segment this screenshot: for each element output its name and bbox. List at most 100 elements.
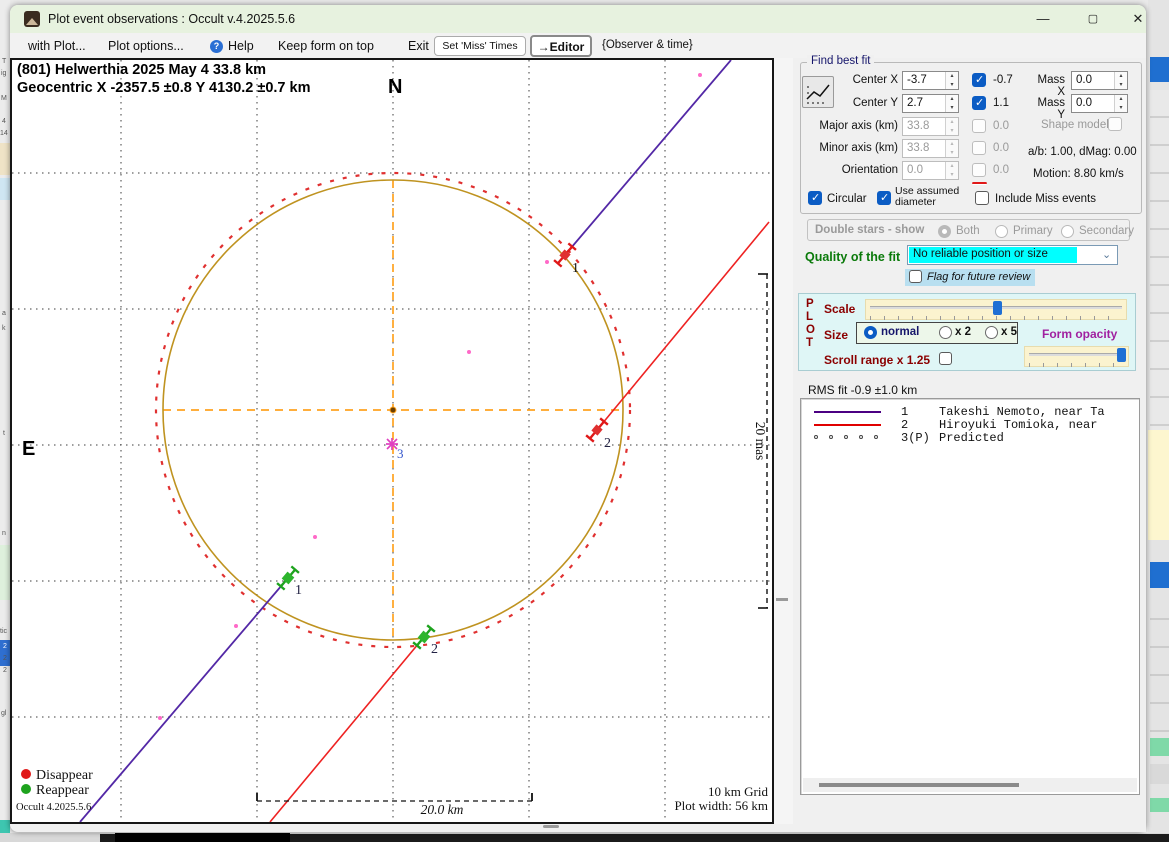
left-edge-fragment [0, 545, 10, 600]
size-normal-radio[interactable] [864, 326, 877, 339]
splitter[interactable] [774, 58, 793, 824]
flag-review-checkbox[interactable] [909, 270, 922, 283]
disappear-label: Disappear [36, 768, 93, 783]
background-window-right-edge [1148, 0, 1169, 842]
bottom-black-block [115, 833, 290, 842]
size-radio-group: normal x 2 x 5 [856, 322, 1018, 344]
motion-label: Motion: 8.80 km/s [1033, 168, 1124, 180]
mass-x-spin[interactable]: 0.0 ▴▾ [1071, 71, 1128, 90]
observation-row[interactable]: 1 Takeshi Nemoto, near Ta [801, 405, 1139, 418]
right-edge-fragment [1150, 90, 1169, 430]
chevron-down-icon[interactable]: ⌄ [1102, 248, 1111, 261]
controls-panel: Find best fit Center X -3.7 ▴▾ -0.7 Mass… [793, 58, 1146, 832]
grid-note: 10 km Grid [708, 784, 768, 799]
quality-value: No reliable position or size [913, 248, 1048, 260]
editor-button[interactable]: →Editor [530, 35, 592, 57]
dotted-swatch [829, 435, 833, 439]
background-bottom-edge [0, 833, 1169, 842]
observation-number: 1 [901, 405, 908, 418]
circular-label: Circular [827, 193, 867, 205]
left-edge-text: 4 [2, 118, 6, 125]
scroll-range-checkbox[interactable] [939, 352, 952, 365]
maximize-button[interactable]: ▢ [1072, 5, 1114, 33]
chord2-line-swatch [814, 424, 881, 426]
predicted-label: 3 [397, 446, 404, 461]
form-opacity-label: Form opacity [1042, 327, 1117, 341]
use-assumed-label: Use assumed diameter [895, 186, 967, 208]
scrollbar-thumb[interactable] [819, 783, 1019, 787]
observation-row[interactable]: 2 Hiroyuki Tomioka, near [801, 418, 1139, 431]
stray-points [158, 73, 702, 720]
size-x2-label: x 2 [955, 326, 971, 338]
left-edge-text: n [2, 530, 6, 537]
chord1-track[interactable] [80, 60, 731, 822]
right-edge-fragment [1150, 562, 1169, 588]
scale-label: Scale [824, 302, 855, 316]
set-miss-times-button[interactable]: Set 'Miss' Times [434, 36, 526, 56]
scale-slider[interactable] [865, 299, 1127, 320]
use-assumed-checkbox[interactable] [877, 191, 891, 205]
menu-exit[interactable]: Exit [408, 39, 429, 53]
left-edge-text: gl [1, 710, 6, 717]
center-y-spin[interactable]: 2.7 ▴▾ [902, 94, 959, 113]
chord2-disappear-label: 2 [604, 436, 611, 451]
center-x-label: Center X [838, 74, 898, 86]
include-miss-checkbox[interactable] [975, 191, 989, 205]
menu-keep-on-top[interactable]: Keep form on top [278, 39, 374, 53]
form-opacity-slider[interactable] [1024, 346, 1129, 367]
menu-plot-options[interactable]: Plot options... [108, 39, 184, 53]
menu-help[interactable]: Help [228, 39, 254, 53]
menu-with-plot[interactable]: with Plot... [28, 39, 86, 53]
mass-y-label: Mass Y [1031, 97, 1065, 121]
background-window-left-edge: T ig M 4 14 a k t n tic 2 2 2 gl [0, 0, 10, 842]
circular-checkbox[interactable] [808, 191, 822, 205]
flag-review-box: Flag for future review [905, 269, 1035, 286]
scale-slider-thumb[interactable] [993, 301, 1002, 315]
mass-y-spin[interactable]: 0.0 ▴▾ [1071, 94, 1128, 113]
orientation-label: Orientation [803, 164, 898, 176]
chord1-reappear-label: 1 [295, 583, 302, 598]
size-x2-radio[interactable] [939, 326, 952, 339]
close-button[interactable]: ✕ [1117, 5, 1159, 33]
disappear-dot [21, 769, 31, 779]
resize-handle[interactable] [543, 825, 559, 828]
occultation-plot[interactable]: 3 1 [10, 58, 774, 824]
left-edge-text: 2 [3, 655, 7, 662]
plot-width-note: Plot width: 56 km [674, 798, 768, 813]
form-opacity-slider-thumb[interactable] [1117, 348, 1126, 362]
splitter-handle[interactable] [776, 598, 788, 601]
right-edge-fragment [1150, 57, 1169, 82]
center-x-err-checkbox[interactable] [972, 73, 986, 87]
minor-axis-label: Minor axis (km) [803, 142, 898, 154]
north-label: N [388, 76, 402, 98]
double-stars-both-radio [938, 225, 951, 238]
quality-combobox[interactable]: No reliable position or size ⌄ [907, 245, 1118, 265]
plot-title-line2: Geocentric X -2357.5 ±0.8 Y 4130.2 ±0.7 … [17, 80, 310, 96]
observation-row[interactable]: 3(P) Predicted [801, 431, 1139, 444]
left-edge-fragment [0, 178, 10, 200]
left-edge-text: 2 [3, 643, 7, 650]
center-y-err-checkbox[interactable] [972, 96, 986, 110]
list-horizontal-scrollbar[interactable] [803, 778, 1137, 792]
version-label: Occult 4.2025.5.6 [16, 802, 91, 813]
observer-time-label: {Observer & time} [602, 39, 693, 51]
chord1-line-swatch [814, 411, 881, 413]
shape-model-label: Shape model [1041, 119, 1109, 131]
left-edge-text: k [2, 325, 6, 332]
size-x5-radio[interactable] [985, 326, 998, 339]
chord2-track[interactable] [270, 222, 769, 822]
orientation-spin: 0.0 ▴▾ [902, 161, 959, 180]
flag-review-label: Flag for future review [927, 271, 1030, 283]
fit-chart-button[interactable] [802, 76, 834, 108]
left-edge-text: ig [1, 70, 6, 77]
center-x-spin[interactable]: -3.7 ▴▾ [902, 71, 959, 90]
plot-title-line1: (801) Helwerthia 2025 May 4 33.8 km [17, 62, 266, 78]
scale-bar-label: 20.0 km [421, 802, 464, 817]
spin-up-icon: ▴ [946, 72, 958, 81]
observations-listbox[interactable]: 1 Takeshi Nemoto, near Ta 2 Hiroyuki Tom… [800, 398, 1140, 795]
titlebar[interactable]: Plot event observations : Occult v.4.202… [10, 5, 1146, 33]
left-edge-text: T [2, 58, 6, 65]
chord1-disappear-label: 1 [572, 261, 579, 276]
minimize-button[interactable]: — [1022, 5, 1064, 33]
ab-dmag-label: a/b: 1.00, dMag: 0.00 [1028, 146, 1137, 158]
